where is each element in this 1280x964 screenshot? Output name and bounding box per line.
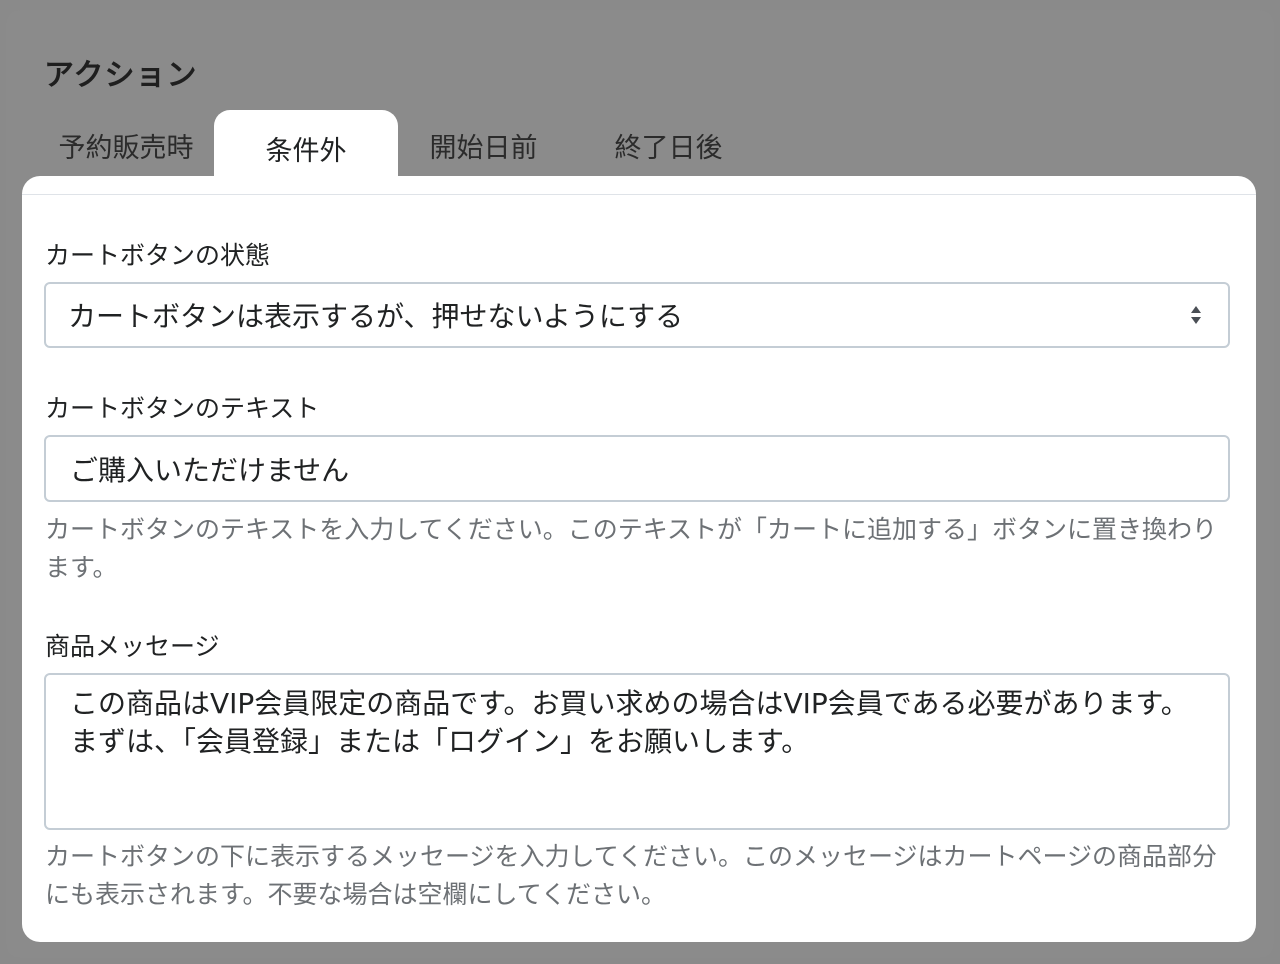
tab-label: 条件外 <box>265 135 347 167</box>
tab-label: 予約販売時 <box>58 132 194 164</box>
product-message-textarea[interactable]: この商品はVIP会員限定の商品です。お買い求めの場合はVIP会員である必要があり… <box>44 673 1230 830</box>
cart-button-state-value: カートボタンは表示するが、押せないようにする <box>68 300 684 333</box>
cart-button-text-label: カートボタンのテキスト <box>45 394 320 423</box>
cart-button-text-input[interactable] <box>44 435 1230 502</box>
tab-before-start[interactable]: 開始日前 <box>406 110 561 176</box>
tab-out-of-condition[interactable]: 条件外 <box>214 110 398 202</box>
tab-after-end[interactable]: 終了日後 <box>591 110 746 176</box>
product-message-label: 商品メッセージ <box>45 632 220 661</box>
tab-label: 開始日前 <box>429 132 538 164</box>
tab-panel: カートボタンの状態 カートボタンは表示するが、押せないようにする カートボタンの… <box>22 176 1256 942</box>
tab-label: 終了日後 <box>614 132 723 164</box>
select-arrows-icon <box>1191 306 1201 324</box>
cart-button-state-select[interactable]: カートボタンは表示するが、押せないようにする <box>44 282 1230 348</box>
tab-divider <box>22 194 1256 195</box>
tab-preorder[interactable]: 予約販売時 <box>46 110 206 176</box>
cart-button-text-help: カートボタンのテキストを入力してください。このテキストが「カートに追加する」ボタ… <box>45 515 1218 582</box>
product-message-help: カートボタンの下に表示するメッセージを入力してください。このメッセージはカートペ… <box>45 842 1218 909</box>
section-title: アクション <box>44 58 198 93</box>
cart-button-state-label: カートボタンの状態 <box>45 241 271 270</box>
